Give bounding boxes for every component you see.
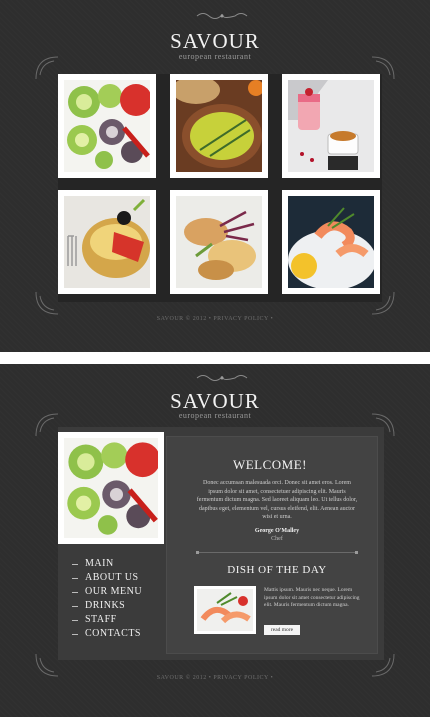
- chef-name: George O'Malley: [254, 528, 300, 534]
- bullet-icon: [72, 619, 78, 621]
- main-menu: MAIN ABOUT US OUR MENU DRINKS STAFF CONT…: [72, 557, 142, 641]
- menu-item-drinks[interactable]: DRINKS: [72, 599, 142, 613]
- read-more-button[interactable]: read more: [264, 625, 300, 635]
- menu-item-label: ABOUT US: [85, 572, 139, 583]
- pasta-photo-icon: [176, 196, 262, 288]
- site-logo-subtitle: european restaurant: [178, 411, 252, 420]
- salad-photo-icon: [64, 80, 150, 172]
- shrimp-photo-icon: [288, 196, 374, 288]
- dish-of-day-heading: DISH OF THE DAY: [227, 564, 327, 576]
- footer-text: SAVOUR © 2012 • PRIVACY POLICY •: [156, 675, 274, 681]
- menu-item-main[interactable]: MAIN: [72, 557, 142, 571]
- menu-item-contacts[interactable]: CONTACTS: [72, 627, 142, 641]
- dish-of-day-text: Mattis ipsum. Mauris nec neque. Lorem ip…: [264, 587, 360, 608]
- gallery-tile[interactable]: [282, 190, 380, 294]
- ornament-icon: [196, 13, 248, 19]
- ornament-icon: [196, 375, 248, 381]
- gallery-tile[interactable]: [282, 74, 380, 178]
- menu-item-label: CONTACTS: [85, 628, 141, 639]
- site-logo-subtitle: european restaurant: [178, 52, 252, 61]
- gallery-page: SAVOUR european restaurant SAVOUR © 2012…: [0, 0, 430, 352]
- chef-role: Chef: [271, 536, 283, 542]
- menu-item-about-us[interactable]: ABOUT US: [72, 571, 142, 585]
- dish-thumbnail[interactable]: [194, 586, 256, 634]
- menu-item-label: DRINKS: [85, 600, 126, 611]
- feature-photo: [58, 432, 164, 544]
- site-logo-title[interactable]: SAVOUR: [0, 29, 430, 54]
- menu-item-label: STAFF: [85, 614, 117, 625]
- photo-gallery: [58, 74, 382, 302]
- menu-item-label: OUR MENU: [85, 586, 143, 597]
- shrimp-photo-icon: [197, 589, 253, 631]
- section-divider: [196, 551, 358, 554]
- corner-ornament-icon: [35, 413, 59, 437]
- menu-item-label: MAIN: [85, 558, 114, 569]
- gallery-tile[interactable]: [170, 74, 268, 178]
- welcome-text: Donec accumsan malesuada orci. Donec sit…: [196, 480, 358, 520]
- menu-item-staff[interactable]: STAFF: [72, 613, 142, 627]
- gallery-tile[interactable]: [58, 190, 156, 294]
- salad-photo-icon: [64, 438, 158, 538]
- bullet-icon: [72, 591, 78, 593]
- gallery-tile[interactable]: [170, 190, 268, 294]
- cake-photo-icon: [64, 196, 150, 288]
- bullet-icon: [72, 605, 78, 607]
- bullet-icon: [72, 563, 78, 565]
- menu-item-our-menu[interactable]: OUR MENU: [72, 585, 142, 599]
- welcome-heading: WELCOME!: [232, 457, 308, 472]
- screen-divider: [0, 352, 430, 364]
- dessert-photo-icon: [288, 80, 374, 172]
- footer-text: SAVOUR © 2012 • PRIVACY POLICY •: [156, 316, 274, 322]
- corner-ornament-icon: [35, 56, 59, 80]
- soup-photo-icon: [176, 80, 262, 172]
- corner-ornament-icon: [35, 291, 59, 315]
- bullet-icon: [72, 577, 78, 579]
- gallery-tile[interactable]: [58, 74, 156, 178]
- bullet-icon: [72, 633, 78, 635]
